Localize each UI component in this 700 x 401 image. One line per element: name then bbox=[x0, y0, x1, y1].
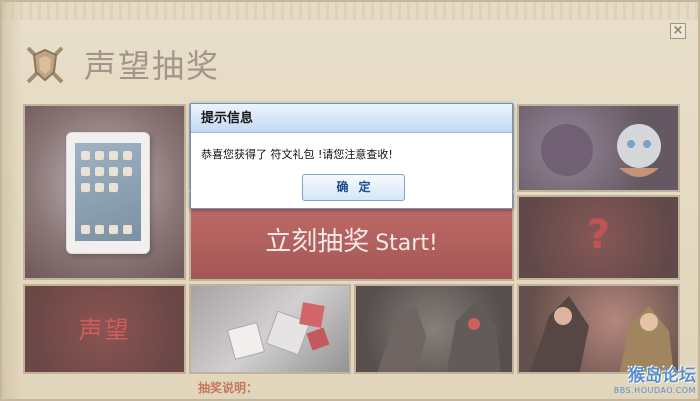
close-button[interactable]: × bbox=[670, 23, 686, 39]
site-watermark: 猴岛论坛 BBS.HOUDAO.COM bbox=[604, 366, 696, 400]
prize-tile-rune-pack bbox=[189, 284, 351, 374]
watermark-site: 猴岛论坛 bbox=[628, 366, 696, 386]
prize-tile-prestige: 声望 bbox=[23, 284, 186, 374]
prize-tile-champion-1 bbox=[517, 104, 680, 192]
close-icon: × bbox=[672, 23, 684, 38]
prize-tile-mystery: ? bbox=[517, 195, 680, 280]
watermark-url: BBS.HOUDAO.COM bbox=[613, 386, 696, 395]
dialog-header: 提示信息 bbox=[191, 104, 512, 133]
confirm-button[interactable]: 确定 bbox=[302, 174, 405, 201]
question-mark-icon: ? bbox=[587, 212, 611, 258]
prize-tile-ipad bbox=[23, 104, 186, 280]
prize-tile-champion-2 bbox=[354, 284, 514, 374]
rules-label: 抽奖说明： bbox=[198, 381, 259, 395]
dialog-message: 恭喜您获得了 符文礼包 !请您注意查收! bbox=[201, 148, 393, 161]
notice-dialog: 提示信息 恭喜您获得了 符文礼包 !请您注意查收! 确定 bbox=[190, 103, 513, 209]
ipad-image bbox=[66, 132, 150, 254]
shield-swords-icon bbox=[20, 40, 70, 90]
page-title: 声望抽奖 bbox=[84, 47, 221, 85]
prestige-label: 声望 bbox=[78, 316, 131, 344]
draw-now-label: 立刻抽奖 Start! bbox=[265, 227, 438, 257]
prize-tile-champion-3 bbox=[517, 284, 680, 374]
dialog-title: 提示信息 bbox=[201, 111, 254, 126]
